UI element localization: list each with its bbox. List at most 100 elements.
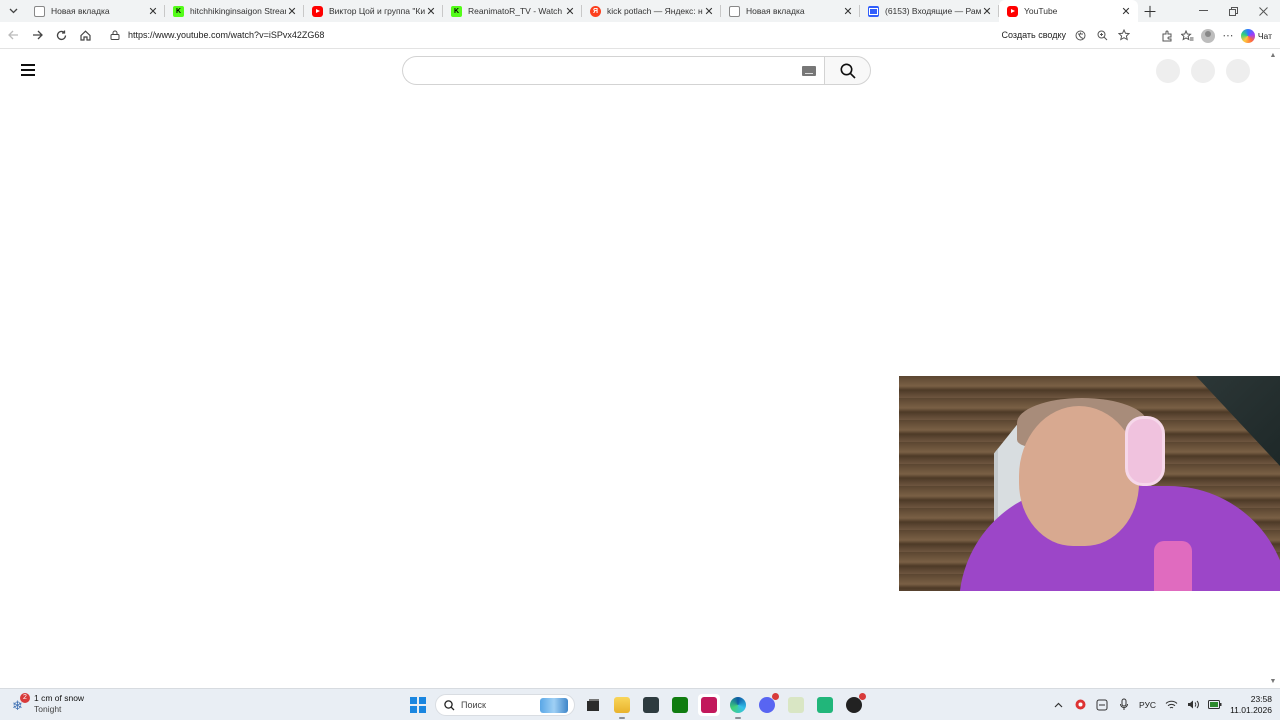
home-icon xyxy=(79,29,91,41)
yandex-icon: Я xyxy=(590,5,601,17)
discord-badge xyxy=(772,693,779,700)
pycharm-app[interactable] xyxy=(814,694,836,716)
close-window-button[interactable] xyxy=(1248,0,1278,22)
tab-close-icon[interactable]: ✕ xyxy=(564,5,576,18)
chevron-down-icon xyxy=(9,8,17,14)
tab-item-active[interactable]: YouTube ✕ xyxy=(999,0,1138,22)
task-view-button[interactable] xyxy=(582,694,604,716)
volume-icon[interactable] xyxy=(1186,698,1200,712)
taskbar-search-placeholder: Поиск xyxy=(461,700,486,710)
restore-button[interactable] xyxy=(1218,0,1248,22)
media-app-icon xyxy=(643,697,659,713)
windows-taskbar: ❄ 2 1 cm of snow Tonight Поиск РУС 23:58… xyxy=(0,688,1280,720)
minimize-icon xyxy=(1198,10,1208,11)
tab-close-icon[interactable]: ✕ xyxy=(147,5,159,18)
more-options-icon[interactable]: ⋯ xyxy=(1220,28,1236,44)
tab-title: (6153) Входящие — Рамбле xyxy=(885,6,981,16)
scroll-down-arrow[interactable]: ▼ xyxy=(1268,678,1278,686)
sync-icon[interactable] xyxy=(1095,698,1109,712)
youtube-search-input[interactable] xyxy=(417,61,787,81)
streaming-app[interactable] xyxy=(698,694,720,716)
taskbar-search[interactable]: Поиск xyxy=(435,694,575,716)
clock-date: 11.01.2026 xyxy=(1230,704,1272,715)
clock[interactable]: 23:58 11.01.2026 xyxy=(1230,694,1272,716)
weather-line2: Tonight xyxy=(34,704,62,714)
edge-icon xyxy=(730,697,746,713)
wifi-icon[interactable] xyxy=(1164,698,1178,712)
obs-studio-app[interactable] xyxy=(843,693,866,716)
discord-app[interactable] xyxy=(756,693,779,716)
tab-close-icon[interactable]: ✕ xyxy=(425,5,437,18)
tab-item[interactable]: K ReanimatoR_TV - Watch the ✕ xyxy=(443,0,582,22)
site-info-icon[interactable] xyxy=(108,28,122,42)
tab-strip: Новая вкладка ✕ K hitchhikinginsaigon St… xyxy=(0,0,1280,22)
security-icon[interactable] xyxy=(1073,698,1087,712)
tab-title: Новая вкладка xyxy=(51,6,110,16)
weather-widget[interactable]: ❄ 2 1 cm of snow Tonight xyxy=(10,693,84,715)
close-icon xyxy=(1258,6,1268,16)
forward-button[interactable] xyxy=(25,23,49,47)
address-bar[interactable]: https://www.youtube.com/watch?v=iSPvx42Z… xyxy=(104,24,1132,46)
create-summary-button[interactable]: Создать сводку xyxy=(1002,30,1066,40)
tab-close-icon[interactable]: ✕ xyxy=(703,5,715,18)
webcam-microphone xyxy=(1154,541,1192,591)
loading-placeholder-circle xyxy=(1226,59,1250,83)
obs-app[interactable] xyxy=(640,694,662,716)
taskbar-apps: Поиск xyxy=(408,692,866,719)
chevron-up-icon[interactable] xyxy=(1051,698,1065,712)
youtube-search-button[interactable] xyxy=(824,56,871,85)
stream-app-icon xyxy=(701,697,717,713)
favorites-icon[interactable] xyxy=(1180,28,1196,44)
translate-icon[interactable] xyxy=(1072,27,1088,43)
notepad-app[interactable] xyxy=(785,694,807,716)
url-text[interactable]: https://www.youtube.com/watch?v=iSPvx42Z… xyxy=(128,30,324,40)
tab-item[interactable]: (6153) Входящие — Рамбле ✕ xyxy=(860,0,999,22)
youtube-search-box[interactable] xyxy=(402,56,825,85)
xbox-app[interactable] xyxy=(669,694,691,716)
folder-icon xyxy=(614,697,630,713)
guide-menu-button[interactable] xyxy=(18,61,38,79)
search-icon xyxy=(840,63,856,79)
tab-close-icon[interactable]: ✕ xyxy=(842,5,854,18)
tab-item[interactable]: Новая вкладка ✕ xyxy=(26,0,165,22)
zoom-icon[interactable] xyxy=(1094,27,1110,43)
new-tab-button[interactable]: ＋ xyxy=(1138,0,1162,22)
notes-icon xyxy=(788,697,804,713)
clock-time: 23:58 xyxy=(1250,693,1272,704)
scroll-up-arrow[interactable]: ▲ xyxy=(1268,52,1278,60)
webcam-overlay xyxy=(899,376,1280,591)
tab-item[interactable]: Виктор Цой и группа "Кино ✕ xyxy=(304,0,443,22)
toolbar-right-tools: ⋯ Чат xyxy=(1159,22,1280,49)
kick-icon: K xyxy=(173,5,184,17)
extensions-icon[interactable] xyxy=(1159,28,1175,44)
language-indicator[interactable]: РУС xyxy=(1139,700,1156,710)
home-button[interactable] xyxy=(73,23,97,47)
reload-button[interactable] xyxy=(49,23,73,47)
tab-list: Новая вкладка ✕ K hitchhikinginsaigon St… xyxy=(26,0,1138,22)
minimize-button[interactable] xyxy=(1188,0,1218,22)
microphone-icon[interactable] xyxy=(1117,698,1131,712)
tab-close-icon[interactable]: ✕ xyxy=(981,5,993,18)
start-button[interactable] xyxy=(408,695,428,715)
profile-avatar[interactable] xyxy=(1200,28,1215,43)
battery-icon[interactable] xyxy=(1208,698,1222,712)
keyboard-icon[interactable] xyxy=(802,66,816,76)
mail-icon xyxy=(868,5,879,17)
tab-actions-menu-button[interactable] xyxy=(0,0,26,22)
tab-item[interactable]: K hitchhikinginsaigon Stream ✕ xyxy=(165,0,304,22)
webcam-person-face xyxy=(1019,406,1139,546)
arrow-right-icon xyxy=(32,30,43,40)
tab-close-icon[interactable]: ✕ xyxy=(1120,5,1132,18)
tab-close-icon[interactable]: ✕ xyxy=(286,5,298,18)
tab-title: kick potlach — Яндекс: най xyxy=(607,6,703,16)
star-icon[interactable] xyxy=(1116,27,1132,43)
copilot-chat-button[interactable]: Чат xyxy=(1240,28,1272,43)
menu-line xyxy=(21,74,35,76)
webcam-headset xyxy=(1125,416,1165,486)
back-button[interactable] xyxy=(1,23,25,47)
tab-item[interactable]: Новая вкладка ✕ xyxy=(721,0,860,22)
tab-title: hitchhikinginsaigon Stream xyxy=(190,6,286,16)
tab-item[interactable]: Я kick potlach — Яндекс: най ✕ xyxy=(582,0,721,22)
file-explorer-app[interactable] xyxy=(611,694,633,719)
edge-app[interactable] xyxy=(727,694,749,719)
